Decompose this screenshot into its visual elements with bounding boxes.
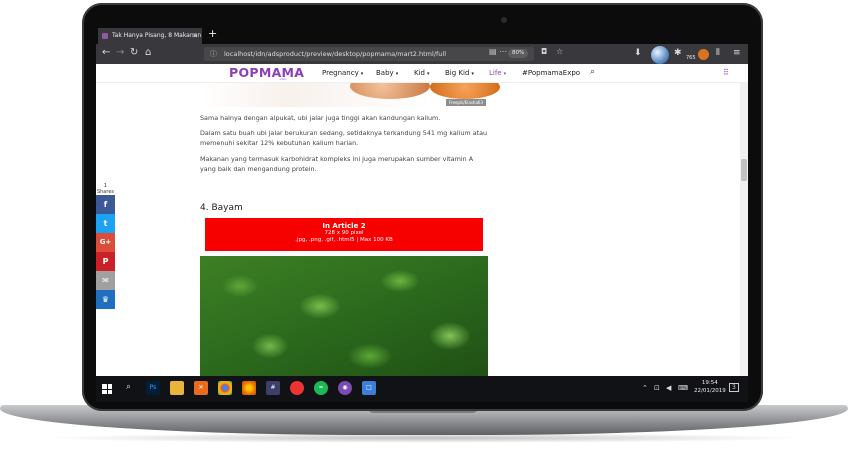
close-tab-icon[interactable]: ✕ <box>192 28 198 44</box>
pinterest-icon[interactable]: P <box>96 252 115 271</box>
home-icon[interactable]: ⌂ <box>145 47 151 58</box>
extension-icon[interactable]: ✱ <box>674 48 682 58</box>
browser-tab-bar: Tak Hanya Pisang, 8 Makanan ✕ + <box>96 26 748 44</box>
laptop-screen: Tak Hanya Pisang, 8 Makanan ✕ + ← → ↻ ⌂ … <box>96 26 748 402</box>
apps-grid-icon[interactable]: ⠿ <box>723 68 729 77</box>
nav-pregnancy[interactable]: Pregnancy ▾ <box>322 69 363 77</box>
ad-placeholder[interactable]: In Article 2 728 x 90 pixel .jpg, .png, … <box>205 218 483 251</box>
taskbar-search-icon[interactable]: ⌕ <box>126 382 131 392</box>
ad-title: In Article 2 <box>322 222 366 230</box>
potato-shape <box>350 83 430 99</box>
paragraph-3: Makanan yang termasuk karbohidrat komple… <box>200 155 474 173</box>
tray-arrow-icon[interactable]: ⌃ <box>642 384 648 392</box>
nav-baby[interactable]: Baby ▾ <box>376 69 398 77</box>
nav-life[interactable]: Life ▾ <box>489 69 506 77</box>
browser-tab[interactable]: Tak Hanya Pisang, 8 Makanan ✕ <box>98 28 202 44</box>
forward-icon[interactable]: → <box>116 47 124 58</box>
globe-extension-icon[interactable] <box>651 46 669 64</box>
site-header: POPMAMA .com Pregnancy ▾ Baby ▾ Kid ▾ Big K… <box>96 64 748 83</box>
nav-big-kid[interactable]: Big Kid ▾ <box>445 69 474 77</box>
paragraph-2: Dalam satu buah ubi jalar berukuran seda… <box>200 129 488 147</box>
search-icon[interactable]: ⌕ <box>590 67 595 77</box>
potato-shape <box>430 83 500 99</box>
caret-down-icon: ▾ <box>426 71 430 77</box>
file-explorer-icon[interactable] <box>170 381 184 395</box>
reload-icon[interactable]: ↻ <box>130 47 138 58</box>
network-icon[interactable]: ⊡ <box>654 384 660 392</box>
page-actions-icon[interactable]: ⋯ <box>499 47 507 56</box>
browser-toolbar: ← → ↻ ⌂ ⓘ localhost/idn/adsproduct/previ… <box>96 44 748 64</box>
fox-extension-icon[interactable] <box>698 49 709 60</box>
spinach-image <box>200 256 488 376</box>
back-icon[interactable]: ← <box>102 47 110 58</box>
reader-view-icon[interactable]: ▤ <box>489 47 497 56</box>
article-content: Freepik/Elasha63 Sama halnya dengan alpu… <box>96 83 740 376</box>
caret-down-icon: ▾ <box>395 71 399 77</box>
webcam <box>501 17 507 23</box>
facebook-icon[interactable]: f <box>96 195 115 214</box>
pocket-icon[interactable]: ◘ <box>541 47 547 56</box>
slack-icon[interactable]: # <box>266 381 280 395</box>
chat-app-icon[interactable] <box>290 381 304 395</box>
clock-date: 22/01/2019 <box>694 388 726 394</box>
caret-down-icon: ▾ <box>360 71 364 77</box>
downloads-icon[interactable]: ⬇ <box>634 48 642 58</box>
email-icon[interactable]: ✉ <box>96 271 115 290</box>
image-caption: Freepik/Elasha63 <box>445 99 486 106</box>
photoshop-icon[interactable]: Ps <box>146 381 160 395</box>
favicon-icon <box>102 33 108 39</box>
notification-icon[interactable]: 3 <box>729 383 739 392</box>
volume-icon[interactable]: ◀ <box>666 384 671 392</box>
paragraph-1: Sama halnya dengan alpukat, ubi jalar ju… <box>200 114 441 122</box>
library-icon[interactable]: ⫴ <box>716 48 720 58</box>
virtualbox-icon[interactable]: □ <box>362 381 376 395</box>
windows-taskbar: ⌕ Ps ✕ # ≈ ◉ □ ⌃ ⊡ ◀ ⌨ 19:54 22/01/2019 … <box>96 376 748 402</box>
sumome-icon[interactable]: ♛ <box>96 290 115 309</box>
menu-icon[interactable]: ≡ <box>733 48 741 58</box>
clock-time: 19:54 <box>701 380 718 386</box>
extension-counter: 765 <box>686 55 696 61</box>
chrome-icon[interactable] <box>218 381 232 395</box>
section-heading: 4. Bayam <box>200 203 243 213</box>
scrollbar-thumb[interactable] <box>741 159 747 181</box>
firefox-icon[interactable] <box>242 381 256 395</box>
site-logo-domain: .com <box>279 77 287 81</box>
language-icon[interactable]: ⌨ <box>678 384 688 392</box>
share-bar: 1 Shares f t G+ P ✉ ♛ <box>96 183 115 309</box>
nav-kid[interactable]: Kid ▾ <box>414 69 430 77</box>
new-tab-button[interactable]: + <box>208 27 217 40</box>
xampp-icon[interactable]: ✕ <box>194 381 208 395</box>
nav-popmama-expo[interactable]: #PopmamaExpo <box>522 69 580 77</box>
ad-size: 728 x 90 pixel <box>324 230 364 236</box>
address-bar[interactable]: ⓘ localhost/idn/adsproduct/preview/deskt… <box>204 47 534 61</box>
zoom-level[interactable]: 80% <box>508 49 529 58</box>
url-text: localhost/idn/adsproduct/preview/desktop… <box>224 50 447 58</box>
sweet-potato-image: Freepik/Elasha63 <box>200 83 500 107</box>
info-icon[interactable]: ⓘ <box>210 47 217 61</box>
ad-formats: .jpg, .png, .gif, .html5 | Max 100 KB <box>295 237 393 243</box>
google-plus-icon[interactable]: G+ <box>96 233 115 252</box>
tab-title: Tak Hanya Pisang, 8 Makanan <box>112 32 202 39</box>
twitter-icon[interactable]: t <box>96 214 115 233</box>
caret-down-icon: ▾ <box>471 71 474 77</box>
caret-down-icon: ▾ <box>503 71 507 77</box>
system-clock[interactable]: 19:54 22/01/2019 <box>694 379 726 395</box>
spotify-icon[interactable]: ≈ <box>314 381 328 395</box>
bookmark-star-icon[interactable]: ☆ <box>556 47 563 56</box>
page-scrollbar[interactable] <box>740 83 748 376</box>
site-logo[interactable]: POPMAMA <box>229 65 304 80</box>
messenger-icon[interactable]: ◉ <box>338 381 352 395</box>
windows-start-icon[interactable] <box>102 384 112 394</box>
